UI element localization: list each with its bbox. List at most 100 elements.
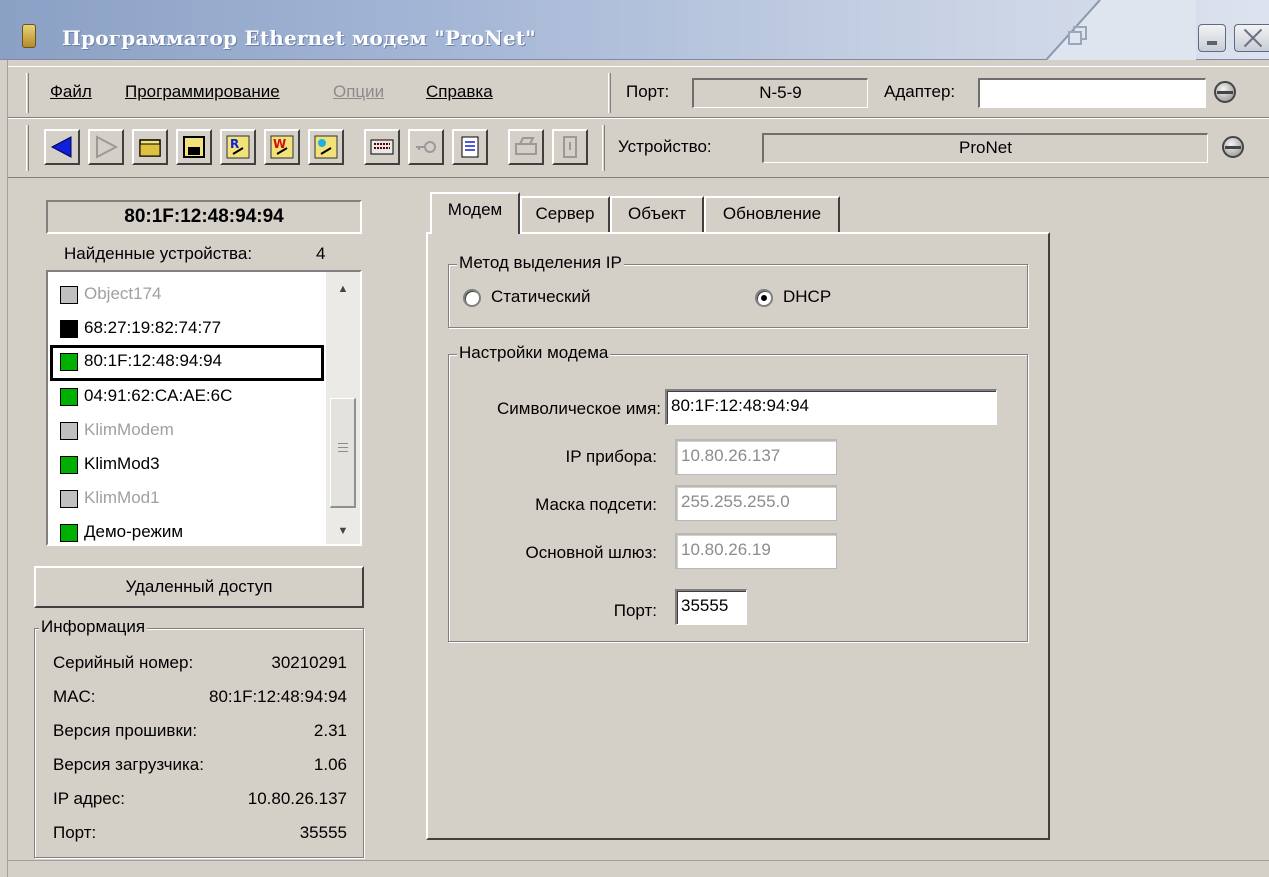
list-item[interactable]: Object174	[50, 278, 324, 312]
subnet-mask-label: Маска подсети:	[535, 495, 657, 514]
device-name: KlimModem	[84, 420, 174, 439]
save-button[interactable]	[176, 129, 212, 165]
info-row-ip: IP адрес: 10.80.26.137	[53, 789, 347, 813]
device-ip-input[interactable]: 10.80.26.137	[675, 439, 837, 475]
status-square-icon	[60, 456, 78, 474]
menu-help[interactable]: Справка	[426, 82, 493, 102]
info-key: Порт:	[53, 823, 97, 842]
toolbar-grip[interactable]	[26, 125, 29, 171]
status-square-icon	[60, 320, 78, 338]
port-input[interactable]: 35555	[675, 589, 747, 625]
list-item[interactable]: KlimMod1	[50, 482, 324, 516]
device-list[interactable]: Object174 68:27:19:82:74:77 80:1F:12:48:…	[46, 270, 362, 546]
modem-settings-title: Настройки модема	[457, 343, 611, 363]
keyboard-icon	[370, 139, 394, 155]
menu-options-label: Опции	[333, 82, 385, 101]
info-value: 1.06	[313, 755, 347, 774]
status-square-icon	[60, 490, 78, 508]
subnet-mask-input[interactable]: 255.255.255.0	[675, 485, 837, 521]
open-folder-icon	[139, 139, 161, 157]
menu-file[interactable]: Файл	[50, 82, 92, 102]
help-button[interactable]	[552, 129, 588, 165]
menu-programming-label: Программирование	[125, 82, 280, 101]
list-item-selected[interactable]: 80:1F:12:48:94:94	[50, 345, 324, 381]
read-device-icon: R	[226, 135, 250, 159]
restore-icon[interactable]	[1068, 26, 1088, 46]
port-field-label: Порт:	[613, 601, 657, 620]
ip-method-groupbox: Метод выделения IP Статический DHCP	[448, 253, 1028, 328]
device-list-scrollbar[interactable]: ▲ ▼	[326, 272, 360, 544]
list-item[interactable]: KlimModem	[50, 414, 324, 448]
save-disk-icon	[183, 136, 205, 158]
info-value: 10.80.26.137	[247, 789, 347, 808]
radio-static-label[interactable]: Статический	[491, 287, 590, 307]
app-icon	[22, 24, 36, 48]
info-value: 80:1F:12:48:94:94	[208, 687, 347, 706]
status-square-icon	[60, 388, 78, 406]
radio-static[interactable]	[463, 289, 481, 307]
write-device-button[interactable]: W	[264, 129, 300, 165]
title-decoration	[1045, 0, 1196, 60]
info-key: MAC:	[53, 687, 96, 706]
printer-icon	[515, 137, 537, 155]
status-square-icon	[60, 286, 78, 304]
device-value: ProNet	[762, 133, 1208, 163]
open-button[interactable]	[132, 129, 168, 165]
svg-text:R: R	[230, 137, 239, 151]
program-device-icon	[314, 135, 338, 159]
status-square-icon	[60, 422, 78, 440]
read-device-button[interactable]: R	[220, 129, 256, 165]
title-bar[interactable]: Программатор Ethernet модем "ProNet"	[0, 0, 1269, 60]
help-book-icon	[563, 136, 577, 158]
device-name: 68:27:19:82:74:77	[84, 318, 222, 337]
menu-file-label: Файл	[50, 82, 92, 101]
radio-dhcp-label[interactable]: DHCP	[783, 287, 831, 307]
menu-grip[interactable]	[26, 73, 29, 113]
list-item[interactable]: 68:27:19:82:74:77	[50, 312, 324, 346]
keyboard-button[interactable]	[364, 129, 400, 165]
list-item[interactable]: 04:91:62:CA:AE:6C	[50, 380, 324, 414]
status-square-icon	[60, 353, 78, 371]
scroll-thumb[interactable]	[330, 398, 356, 508]
print-button[interactable]	[508, 129, 544, 165]
radio-dhcp[interactable]	[755, 289, 773, 307]
write-device-icon: W	[270, 135, 294, 159]
remote-access-button[interactable]: Удаленный доступ	[34, 566, 364, 608]
close-button[interactable]	[1234, 24, 1269, 52]
info-row-firmware: Версия прошивки: 2.31	[53, 721, 347, 745]
tab-server[interactable]: Сервер	[520, 196, 610, 232]
menu-help-label: Справка	[426, 82, 493, 101]
scroll-down-icon[interactable]: ▼	[326, 514, 360, 544]
menu-programming[interactable]: Программирование	[125, 82, 280, 102]
list-item[interactable]: Демо-режим	[50, 516, 324, 544]
window-frame	[0, 60, 8, 877]
forward-arrow-icon	[96, 135, 119, 159]
document-button[interactable]	[452, 129, 488, 165]
info-key: Версия загрузчика:	[53, 755, 204, 774]
window-title: Программатор Ethernet модем "ProNet"	[62, 26, 536, 50]
port-grip[interactable]	[608, 73, 611, 113]
info-title: Информация	[39, 617, 148, 637]
toolbar: R W Устройство: ProNet	[8, 118, 1269, 178]
back-arrow-icon	[50, 136, 72, 158]
device-grip[interactable]	[602, 125, 605, 171]
gateway-input[interactable]: 10.80.26.19	[675, 533, 837, 569]
tab-object[interactable]: Объект	[610, 196, 704, 232]
minimize-button[interactable]	[1198, 24, 1226, 52]
forward-button[interactable]	[88, 129, 124, 165]
scroll-up-icon[interactable]: ▲	[326, 272, 360, 306]
menu-bar: Файл Программирование Опции Справка Порт…	[8, 66, 1269, 118]
program-device-button[interactable]	[308, 129, 344, 165]
menu-options[interactable]: Опции	[333, 82, 384, 102]
key-button[interactable]	[408, 129, 444, 165]
back-button[interactable]	[44, 129, 80, 165]
port-label: Порт:	[626, 82, 670, 101]
list-item[interactable]: KlimMod3	[50, 448, 324, 482]
port-value: N-5-9	[692, 78, 868, 108]
tab-modem[interactable]: Модем	[430, 192, 520, 234]
tab-update[interactable]: Обновление	[704, 196, 840, 232]
ip-method-title: Метод выделения IP	[457, 253, 624, 273]
info-groupbox: Информация Серийный номер: 30210291 MAC:…	[34, 617, 364, 858]
symbolic-name-input[interactable]: 80:1F:12:48:94:94	[665, 389, 997, 425]
status-strip	[8, 860, 1269, 877]
